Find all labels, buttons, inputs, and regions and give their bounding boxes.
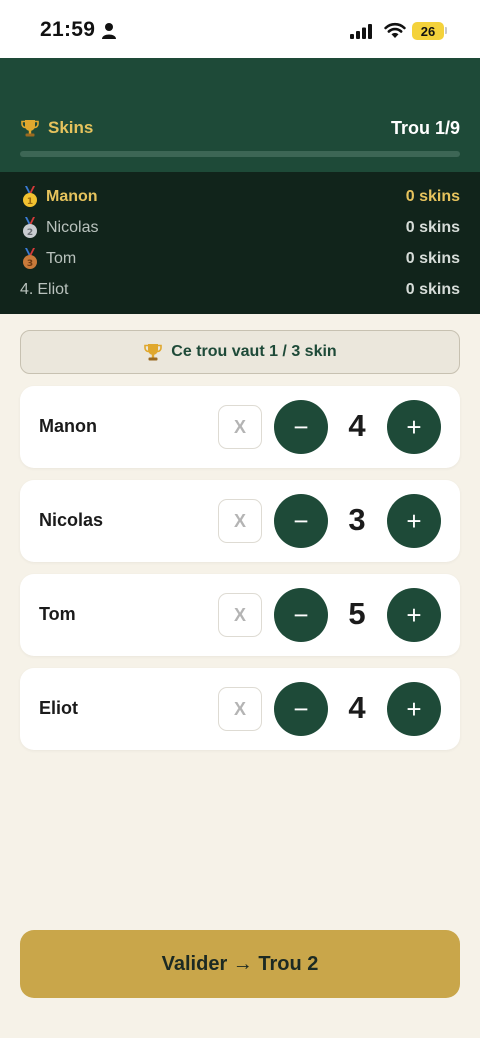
header: Skins Trou 1/9	[0, 58, 480, 172]
battery-tip	[445, 27, 447, 34]
player-name: Tom	[39, 604, 76, 624]
player-score: 4	[348, 690, 366, 725]
leaderboard-name: Manon	[46, 188, 98, 205]
trophy-icon	[144, 344, 163, 361]
signal-icon	[350, 24, 372, 39]
decrement-button[interactable]: −	[274, 588, 328, 642]
status-time: 21:59	[40, 18, 96, 41]
increment-button[interactable]: +	[387, 588, 441, 642]
player-name: Manon	[39, 416, 97, 436]
player-score: 3	[348, 502, 366, 537]
player-card: Manon X − 4 +	[20, 386, 460, 468]
leaderboard-row: 2 Nicolas 0 skins	[20, 216, 460, 240]
player-card: Nicolas X − 3 +	[20, 480, 460, 562]
decrement-button[interactable]: −	[274, 400, 328, 454]
leaderboard-row: 4. Eliot 0 skins	[20, 278, 460, 302]
leaderboard-name: Eliot	[37, 281, 69, 298]
skin-value-banner: Ce trou vaut 1 / 3 skin	[20, 330, 460, 374]
decrement-button[interactable]: −	[274, 494, 328, 548]
bronze-medal-icon: 3	[23, 248, 37, 269]
player-score: 4	[348, 408, 366, 443]
leaderboard: 1 Manon 0 skins 2 Nicolas 0 skins 3 Tom …	[0, 172, 480, 314]
leaderboard-skins: 0 skins	[405, 188, 460, 205]
no-score-button[interactable]: X	[218, 499, 262, 543]
no-score-button[interactable]: X	[218, 593, 262, 637]
decrement-button[interactable]: −	[274, 682, 328, 736]
svg-text:2: 2	[27, 228, 33, 238]
leaderboard-skins: 0 skins	[405, 250, 460, 267]
status-bar: 21:59 26	[0, 0, 480, 58]
wifi-icon	[384, 22, 406, 38]
increment-button[interactable]: +	[387, 494, 441, 548]
player-card: Tom X − 5 +	[20, 574, 460, 656]
header-title: Skins	[20, 118, 93, 138]
leaderboard-name: Tom	[46, 250, 77, 267]
battery-indicator: 26	[412, 22, 444, 40]
gold-medal-icon: 1	[23, 186, 37, 207]
hole-progress-bar	[20, 151, 460, 157]
no-score-button[interactable]: X	[218, 405, 262, 449]
header-title-label: Skins	[48, 118, 94, 137]
leaderboard-skins: 0 skins	[405, 219, 460, 236]
player-card: Eliot X − 4 +	[20, 668, 460, 750]
player-name: Nicolas	[39, 510, 104, 530]
person-icon	[102, 23, 116, 39]
validate-button[interactable]: Valider → Trou 2	[20, 930, 460, 998]
leaderboard-row: 3 Tom 0 skins	[20, 247, 460, 271]
banner-text: Ce trou vaut 1 / 3 skin	[171, 343, 337, 360]
leaderboard-name: Nicolas	[46, 219, 99, 236]
trophy-icon	[21, 120, 39, 137]
player-name: Eliot	[39, 698, 78, 718]
svg-text:1: 1	[27, 197, 33, 207]
leaderboard-skins: 0 skins	[405, 281, 460, 298]
increment-button[interactable]: +	[387, 400, 441, 454]
increment-button[interactable]: +	[387, 682, 441, 736]
hole-indicator: Trou 1/9	[390, 118, 460, 138]
silver-medal-icon: 2	[23, 217, 37, 238]
no-score-button[interactable]: X	[218, 687, 262, 731]
svg-text:3: 3	[27, 259, 33, 269]
leaderboard-rank: 4.	[20, 281, 34, 298]
player-score: 5	[348, 596, 366, 631]
leaderboard-row: 1 Manon 0 skins	[20, 185, 460, 209]
